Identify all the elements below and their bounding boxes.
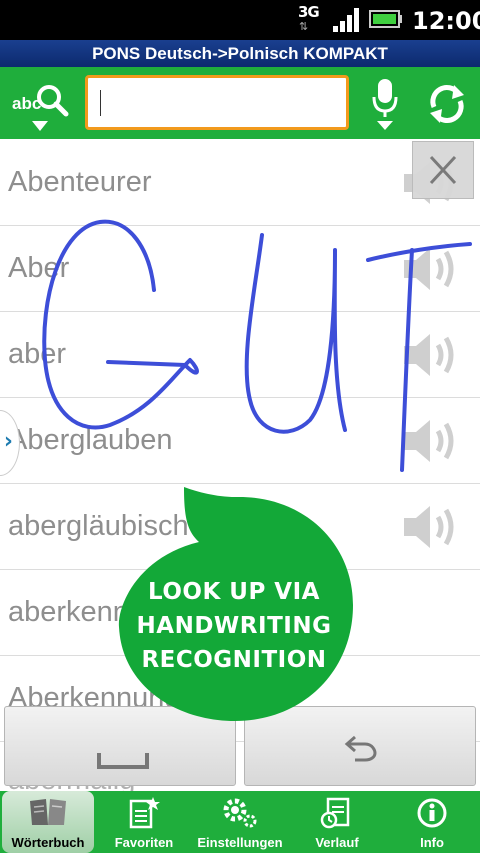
battery-icon (369, 10, 402, 28)
nav-label: Favoriten (114, 835, 174, 850)
settings-icon (223, 798, 257, 828)
promo-text: LOOK UP VIA HANDWRITING RECOGNITION (118, 575, 350, 677)
nav-item-woerterbuch[interactable]: Wörterbuch (2, 791, 94, 853)
speaker-icon[interactable] (400, 414, 460, 468)
clock: 12:00 (412, 7, 480, 35)
nav-label: Info (420, 835, 444, 850)
nav-label: Wörterbuch (11, 835, 85, 850)
info-icon (417, 798, 447, 828)
space-icon (97, 753, 149, 769)
voice-search-button[interactable] (360, 67, 410, 139)
search-icon (37, 85, 69, 117)
word-label: aber (8, 338, 67, 370)
speaker-icon[interactable] (400, 500, 460, 554)
nav-item-einstellungen[interactable]: Einstellungen (192, 791, 288, 853)
speaker-icon[interactable] (400, 328, 460, 382)
close-handwriting-button[interactable] (412, 141, 474, 199)
word-label: Aber (8, 252, 70, 284)
network-type: 3G (298, 3, 320, 21)
swap-icon (430, 85, 464, 123)
list-item[interactable]: Aberglauben (0, 398, 480, 484)
nav-label: Verlauf (315, 835, 359, 850)
swap-language-button[interactable] (420, 67, 476, 139)
status-bar: 3G ⇅ 12:00 (0, 0, 480, 40)
favorites-icon (129, 797, 160, 829)
app-title: PONS Deutsch->Polnisch KOMPAKT (0, 40, 480, 67)
microphone-icon (372, 79, 398, 130)
speaker-icon[interactable] (400, 242, 460, 296)
input-mode-button[interactable]: abc (0, 67, 80, 139)
search-input[interactable] (85, 75, 349, 130)
signal-icon (333, 8, 359, 32)
list-item[interactable]: aber (0, 312, 480, 398)
chevron-right-icon: › (3, 429, 13, 454)
word-label: Abenteurer (8, 166, 152, 198)
promo-line: HANDWRITING (136, 613, 332, 639)
search-toolbar: abc (0, 67, 480, 139)
nav-item-verlauf[interactable]: Verlauf (292, 791, 382, 853)
list-item[interactable]: Abenteurer (0, 140, 480, 226)
list-item[interactable]: Aber (0, 226, 480, 312)
book-icon (30, 799, 66, 825)
word-label: Aberglauben (8, 424, 173, 456)
undo-icon (344, 735, 377, 762)
bottom-nav: Wörterbuch Favoriten Einstellungen Verla… (0, 791, 480, 853)
dropdown-arrow-icon (32, 121, 48, 131)
data-activity-icon: ⇅ (299, 20, 309, 33)
nav-item-favoriten[interactable]: Favoriten (98, 791, 190, 853)
promo-line: LOOK UP VIA (148, 579, 320, 605)
promo-line: RECOGNITION (141, 647, 327, 673)
nav-item-info[interactable]: Info (386, 791, 478, 853)
text-cursor (100, 90, 101, 116)
nav-label: Einstellungen (197, 835, 283, 850)
close-icon (429, 155, 457, 185)
history-icon (320, 797, 350, 829)
